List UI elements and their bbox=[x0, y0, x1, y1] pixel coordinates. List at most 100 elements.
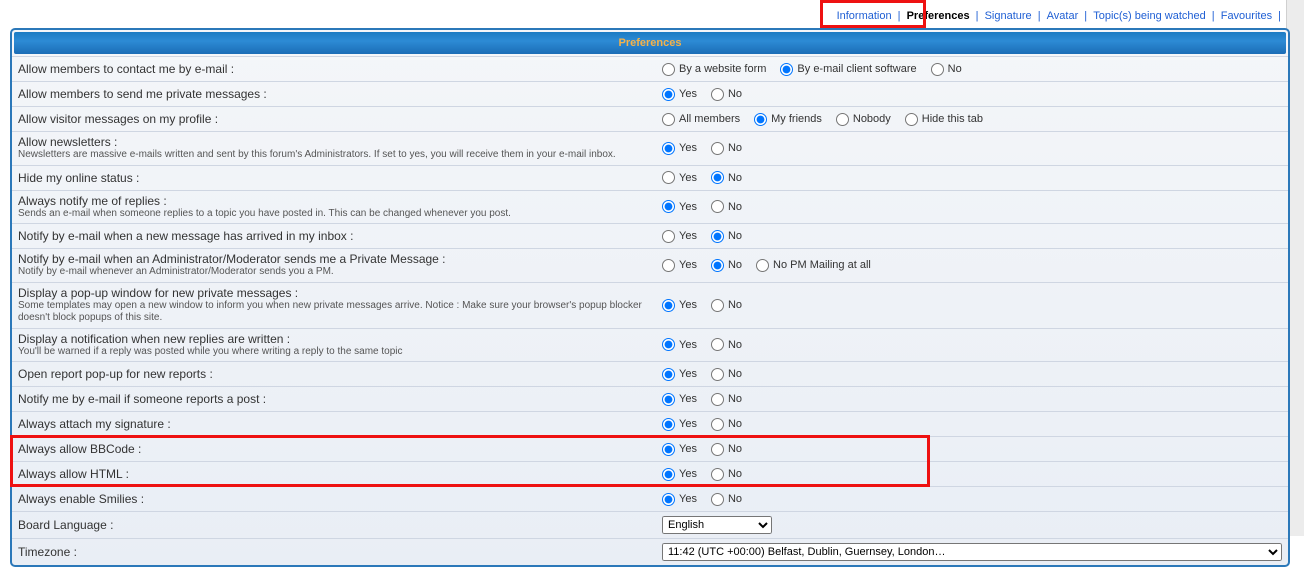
pref-description: Sends an e-mail when someone replies to … bbox=[18, 208, 650, 221]
pref-option[interactable]: Yes bbox=[662, 86, 697, 102]
pref-radio-notify_admin_pm[interactable] bbox=[756, 259, 769, 272]
nav-link-avatar[interactable]: Avatar bbox=[1047, 10, 1079, 22]
pref-radio-notify_report[interactable] bbox=[662, 393, 675, 406]
pref-radio-allow_html[interactable] bbox=[662, 468, 675, 481]
nav-link-information[interactable]: Information bbox=[837, 10, 892, 22]
pref-label-cell: Always allow BBCode : bbox=[12, 437, 656, 462]
pref-option[interactable]: No bbox=[711, 297, 742, 313]
pref-option[interactable]: Nobody bbox=[836, 111, 891, 127]
pref-radio-hide_online[interactable] bbox=[711, 171, 724, 184]
nav-link-topic-s-being-watched[interactable]: Topic(s) being watched bbox=[1093, 10, 1206, 22]
pref-option[interactable]: No bbox=[711, 199, 742, 215]
pref-radio-visitor_messages[interactable] bbox=[662, 113, 675, 126]
pref-label: Notify by e-mail when a new message has … bbox=[18, 229, 353, 243]
pref-option[interactable]: My friends bbox=[754, 111, 822, 127]
pref-options-cell: English bbox=[656, 512, 1288, 539]
pref-label-cell: Notify me by e-mail if someone reports a… bbox=[12, 387, 656, 412]
pref-option[interactable]: Yes bbox=[662, 228, 697, 244]
pref-option[interactable]: By e-mail client software bbox=[780, 61, 916, 77]
pref-radio-notify_admin_pm[interactable] bbox=[711, 259, 724, 272]
pref-radio-enable_smilies[interactable] bbox=[711, 493, 724, 506]
pref-radio-report_popup[interactable] bbox=[711, 368, 724, 381]
pref-option-label: Yes bbox=[679, 172, 697, 184]
pref-radio-popup_pm[interactable] bbox=[711, 299, 724, 312]
pref-radio-notify_replies[interactable] bbox=[711, 200, 724, 213]
pref-option[interactable]: No bbox=[711, 466, 742, 482]
pref-option[interactable]: No bbox=[711, 416, 742, 432]
pref-radio-private_messages[interactable] bbox=[711, 88, 724, 101]
pref-row-notify_admin_pm: Notify by e-mail when an Administrator/M… bbox=[12, 249, 1288, 283]
pref-radio-notify_admin_pm[interactable] bbox=[662, 259, 675, 272]
pref-select-timezone[interactable]: 11:42 (UTC +00:00) Belfast, Dublin, Guer… bbox=[662, 543, 1282, 561]
nav-link-signature[interactable]: Signature bbox=[985, 10, 1032, 22]
pref-select-board_language[interactable]: English bbox=[662, 516, 772, 534]
pref-option[interactable]: No bbox=[711, 441, 742, 457]
nav-link-favourites[interactable]: Favourites bbox=[1221, 10, 1272, 22]
pref-option[interactable]: Yes bbox=[662, 466, 697, 482]
pref-row-hide_online: Hide my online status :YesNo bbox=[12, 165, 1288, 190]
pref-option[interactable]: Yes bbox=[662, 391, 697, 407]
pref-radio-notify_new_msg[interactable] bbox=[662, 230, 675, 243]
pref-label-cell: Open report pop-up for new reports : bbox=[12, 362, 656, 387]
pref-radio-report_popup[interactable] bbox=[662, 368, 675, 381]
pref-option[interactable]: Yes bbox=[662, 416, 697, 432]
pref-radio-allow_bbcode[interactable] bbox=[662, 443, 675, 456]
nav-separator: | bbox=[1032, 10, 1047, 22]
pref-option[interactable]: Yes bbox=[662, 441, 697, 457]
pref-option[interactable]: No bbox=[711, 257, 742, 273]
pref-radio-enable_smilies[interactable] bbox=[662, 493, 675, 506]
pref-option-label: Yes bbox=[679, 142, 697, 154]
pref-option[interactable]: Yes bbox=[662, 199, 697, 215]
pref-option[interactable]: No bbox=[931, 61, 962, 77]
pref-radio-notify_report[interactable] bbox=[711, 393, 724, 406]
pref-radio-newsletters[interactable] bbox=[711, 142, 724, 155]
pref-radio-contact_email[interactable] bbox=[780, 63, 793, 76]
pref-radio-contact_email[interactable] bbox=[931, 63, 944, 76]
pref-option[interactable]: No bbox=[711, 86, 742, 102]
pref-radio-attach_sig[interactable] bbox=[711, 418, 724, 431]
pref-option[interactable]: No PM Mailing at all bbox=[756, 257, 871, 273]
pref-radio-visitor_messages[interactable] bbox=[905, 113, 918, 126]
pref-label-cell: Allow visitor messages on my profile : bbox=[12, 107, 656, 132]
pref-radio-visitor_messages[interactable] bbox=[754, 113, 767, 126]
pref-row-timezone: Timezone :11:42 (UTC +00:00) Belfast, Du… bbox=[12, 539, 1288, 566]
pref-option[interactable]: Yes bbox=[662, 140, 697, 156]
pref-radio-allow_html[interactable] bbox=[711, 468, 724, 481]
pref-option[interactable]: No bbox=[711, 170, 742, 186]
preferences-panel: Preferences Allow members to contact me … bbox=[10, 28, 1290, 567]
nav-link-preferences[interactable]: Preferences bbox=[907, 10, 970, 22]
pref-radio-attach_sig[interactable] bbox=[662, 418, 675, 431]
pref-radio-contact_email[interactable] bbox=[662, 63, 675, 76]
pref-radio-popup_pm[interactable] bbox=[662, 299, 675, 312]
pref-label: Display a notification when new replies … bbox=[18, 332, 290, 346]
pref-option[interactable]: By a website form bbox=[662, 61, 766, 77]
pref-option[interactable]: Yes bbox=[662, 170, 697, 186]
pref-radio-notif_replies_written[interactable] bbox=[711, 338, 724, 351]
pref-option[interactable]: Yes bbox=[662, 337, 697, 353]
pref-option[interactable]: No bbox=[711, 140, 742, 156]
pref-option[interactable]: Yes bbox=[662, 257, 697, 273]
pref-radio-visitor_messages[interactable] bbox=[836, 113, 849, 126]
pref-radio-notify_new_msg[interactable] bbox=[711, 230, 724, 243]
pref-option-label: Yes bbox=[679, 418, 697, 430]
nav-separator: | bbox=[1206, 10, 1221, 22]
pref-option[interactable]: Hide this tab bbox=[905, 111, 983, 127]
pref-options-cell: Yes No bbox=[656, 190, 1288, 224]
pref-option[interactable]: Yes bbox=[662, 491, 697, 507]
pref-option[interactable]: No bbox=[711, 491, 742, 507]
pref-options-cell: Yes No bbox=[656, 487, 1288, 512]
pref-option[interactable]: Yes bbox=[662, 297, 697, 313]
pref-radio-notify_replies[interactable] bbox=[662, 200, 675, 213]
pref-radio-newsletters[interactable] bbox=[662, 142, 675, 155]
pref-radio-hide_online[interactable] bbox=[662, 171, 675, 184]
pref-option[interactable]: No bbox=[711, 228, 742, 244]
pref-option[interactable]: All members bbox=[662, 111, 740, 127]
pref-radio-notif_replies_written[interactable] bbox=[662, 338, 675, 351]
pref-option[interactable]: No bbox=[711, 366, 742, 382]
pref-radio-allow_bbcode[interactable] bbox=[711, 443, 724, 456]
pref-radio-private_messages[interactable] bbox=[662, 88, 675, 101]
pref-option[interactable]: No bbox=[711, 391, 742, 407]
pref-option[interactable]: No bbox=[711, 337, 742, 353]
pref-option[interactable]: Yes bbox=[662, 366, 697, 382]
pref-option-label: All members bbox=[679, 113, 740, 125]
